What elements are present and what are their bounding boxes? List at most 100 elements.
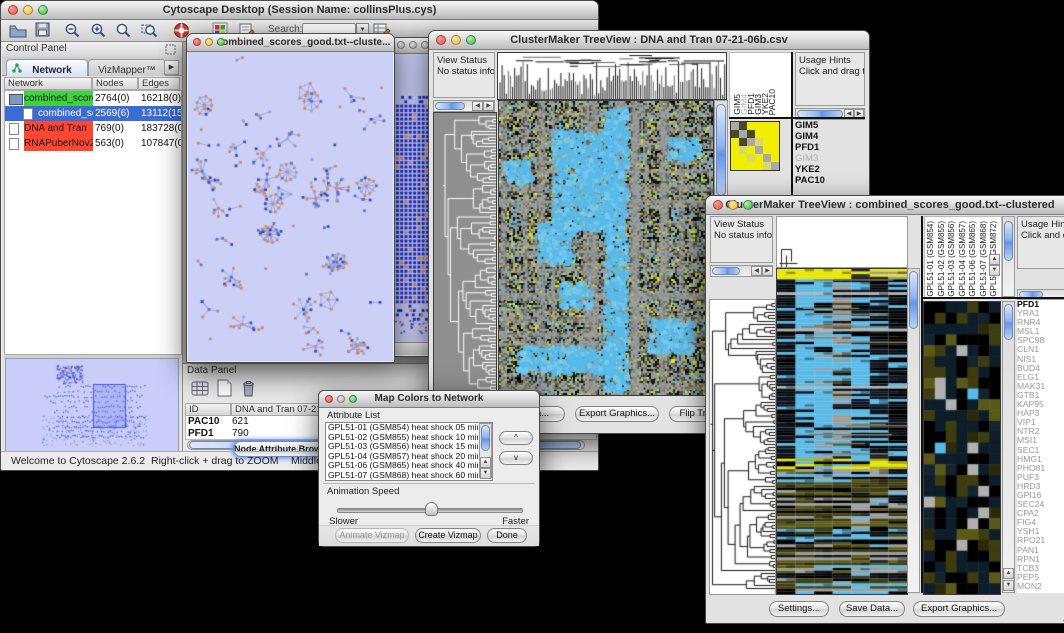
global-heatmap[interactable]: [776, 268, 908, 595]
zoom-heatmap[interactable]: [923, 301, 1001, 595]
vscrollbar-thumb[interactable]: [481, 425, 490, 451]
gene-dendrogram[interactable]: [709, 299, 776, 595]
close-button[interactable]: [397, 41, 405, 49]
column-dendrogram[interactable]: [776, 216, 908, 268]
minimize-button[interactable]: [409, 41, 417, 49]
network-column-header[interactable]: Network: [4, 77, 92, 90]
main-title-bar[interactable]: Cytoscape Desktop (Session Name: collins…: [1, 1, 598, 20]
gene-item-gim3[interactable]: GIM3: [795, 153, 861, 164]
dialog-title-bar[interactable]: Map Colors to Network: [319, 391, 539, 408]
network-row-combined-sco[interactable]: combined_sco2569(6)13112(15): [5, 106, 181, 121]
done-button[interactable]: Done: [487, 528, 527, 543]
heatmap-vscrollbar[interactable]: [907, 268, 920, 593]
trash-icon[interactable]: [240, 379, 257, 398]
scroll-left-button[interactable]: ◀: [472, 101, 483, 111]
scroll-right-button[interactable]: ▶: [483, 101, 494, 111]
move-down-button[interactable]: v: [499, 451, 533, 465]
table-icon[interactable]: [191, 380, 211, 398]
labels-scroll-down[interactable]: ▼: [989, 265, 1000, 276]
minimize-button[interactable]: [23, 5, 33, 15]
gene-item-mon2[interactable]: MON2: [1017, 582, 1064, 591]
document-icon[interactable]: [216, 379, 234, 398]
close-button[interactable]: [193, 38, 201, 46]
attribute-item[interactable]: GPL51-07 (GSM868) heat shock 60 min: [326, 471, 478, 481]
window-controls[interactable]: [8, 5, 48, 15]
row-id[interactable]: PFD1: [188, 427, 214, 441]
zoom-fit-icon[interactable]: [115, 22, 132, 39]
edges-column-header[interactable]: Edges: [138, 77, 180, 90]
close-button[interactable]: [713, 200, 723, 210]
gene-item-yke2[interactable]: YKE2: [795, 164, 861, 175]
tab-overflow-button[interactable]: ▶: [164, 60, 179, 75]
close-button[interactable]: [8, 5, 18, 15]
attribute-item[interactable]: GPL51-03 (GSM856) heat shock 15 min: [326, 442, 478, 452]
gene-item-pac10[interactable]: PAC10: [795, 175, 861, 186]
attribute-item[interactable]: GPL51-06 (GSM865) heat shock 40 min: [326, 461, 478, 471]
export-graphics-button[interactable]: Export Graphics...: [575, 406, 659, 422]
column-dendrogram[interactable]: [497, 52, 727, 100]
attribute-item[interactable]: GPL51-04 (GSM857) heat shock 20 min: [326, 452, 478, 462]
attribute-item[interactable]: GPL51-01 (GSM854) heat shock 05 min: [326, 423, 478, 433]
scroll-down-button[interactable]: ▼: [480, 468, 491, 479]
network-row-rnapubernov2[interactable]: RNAPuberNov2+563(0)107847(0): [5, 136, 181, 151]
close-button[interactable]: [325, 395, 333, 403]
attribute-item[interactable]: GPL51-02 (GSM855) heat shock 10 min: [326, 433, 478, 443]
vscrollbar-thumb[interactable]: [1004, 304, 1013, 340]
treeview2-title-bar[interactable]: ClusterMaker TreeView : combined_scores_…: [706, 196, 1064, 215]
gene-item-pfd1[interactable]: PFD1: [795, 142, 861, 153]
gene-item-gim5[interactable]: GIM5: [795, 120, 861, 131]
minimize-button[interactable]: [205, 38, 213, 46]
row-value[interactable]: 790: [232, 427, 249, 441]
network-row-combined-scores[interactable]: combined_scores2764(0)16218(0): [5, 91, 181, 106]
minimize-button[interactable]: [728, 200, 738, 210]
treeview1-title-bar[interactable]: ClusterMaker TreeView : DNA and Tran 07-…: [429, 31, 869, 50]
settings-button[interactable]: Settings...: [769, 601, 829, 617]
network-view-canvas[interactable]: [188, 52, 393, 361]
vscrollbar-thumb[interactable]: [1004, 221, 1013, 261]
network-view-title-bar[interactable]: combined_scores_good.txt--cluste...: [187, 34, 394, 52]
zoom-button[interactable]: [743, 200, 753, 210]
zoom-out-icon[interactable]: [64, 22, 81, 39]
minimize-button[interactable]: [451, 35, 461, 45]
gene-item-gim4[interactable]: GIM4: [795, 131, 861, 142]
float-panel-icon[interactable]: [165, 44, 176, 55]
secondary-network-canvas[interactable]: [393, 54, 433, 342]
create-vizmap-button[interactable]: Create Vizmap: [415, 528, 481, 543]
scroll-up-button[interactable]: ▲: [1003, 568, 1014, 579]
zoom-button[interactable]: [217, 38, 225, 46]
slider-thumb[interactable]: [425, 502, 438, 516]
tab-network[interactable]: Network: [6, 59, 88, 76]
open-folder-icon[interactable]: [9, 23, 27, 38]
scroll-left-button[interactable]: ◀: [751, 266, 762, 276]
save-data-button[interactable]: Save Data...: [839, 601, 905, 617]
zoom-button[interactable]: [466, 35, 476, 45]
minimize-button[interactable]: [337, 395, 345, 403]
scrollbar-thumb[interactable]: [435, 102, 465, 110]
zoom-heatmap-matrix[interactable]: [730, 121, 780, 171]
view-status-scrollbar[interactable]: ◀ ▶: [433, 100, 495, 112]
global-heatmap[interactable]: [498, 100, 714, 396]
zoom-in-icon[interactable]: [90, 22, 107, 39]
animation-speed-slider[interactable]: [337, 502, 521, 516]
gene-dendrogram[interactable]: [433, 112, 497, 396]
save-icon[interactable]: [35, 22, 51, 38]
close-button[interactable]: [436, 35, 446, 45]
view-status-scrollbar[interactable]: ◀ ▶: [710, 265, 773, 277]
labels-vscrollbar[interactable]: [1002, 216, 1015, 297]
scroll-down-button[interactable]: ▼: [1003, 580, 1014, 591]
scrollbar-thumb[interactable]: [712, 267, 740, 275]
scroll-up-button[interactable]: ▲: [480, 457, 491, 468]
move-up-button[interactable]: ^: [499, 431, 533, 445]
network-row-dna-and-tran-07[interactable]: DNA and Tran 07769(0)183728(0): [5, 121, 181, 136]
zoom-button[interactable]: [38, 5, 48, 15]
zoom-button[interactable]: [349, 395, 357, 403]
birdseye-view[interactable]: [5, 358, 179, 452]
export-graphics-button[interactable]: Export Graphics...: [913, 601, 1005, 617]
attribute-list-vscrollbar[interactable]: ▲ ▼: [479, 423, 492, 478]
tab-vizmapper[interactable]: VizMapper™: [88, 59, 166, 76]
vscrollbar-thumb[interactable]: [909, 271, 918, 329]
vscrollbar-thumb[interactable]: [716, 104, 726, 196]
scroll-right-button[interactable]: ▶: [762, 266, 773, 276]
labels-scroll-up[interactable]: ▲: [989, 254, 1000, 265]
genelist-vscrollbar[interactable]: ▲ ▼: [1002, 301, 1015, 593]
